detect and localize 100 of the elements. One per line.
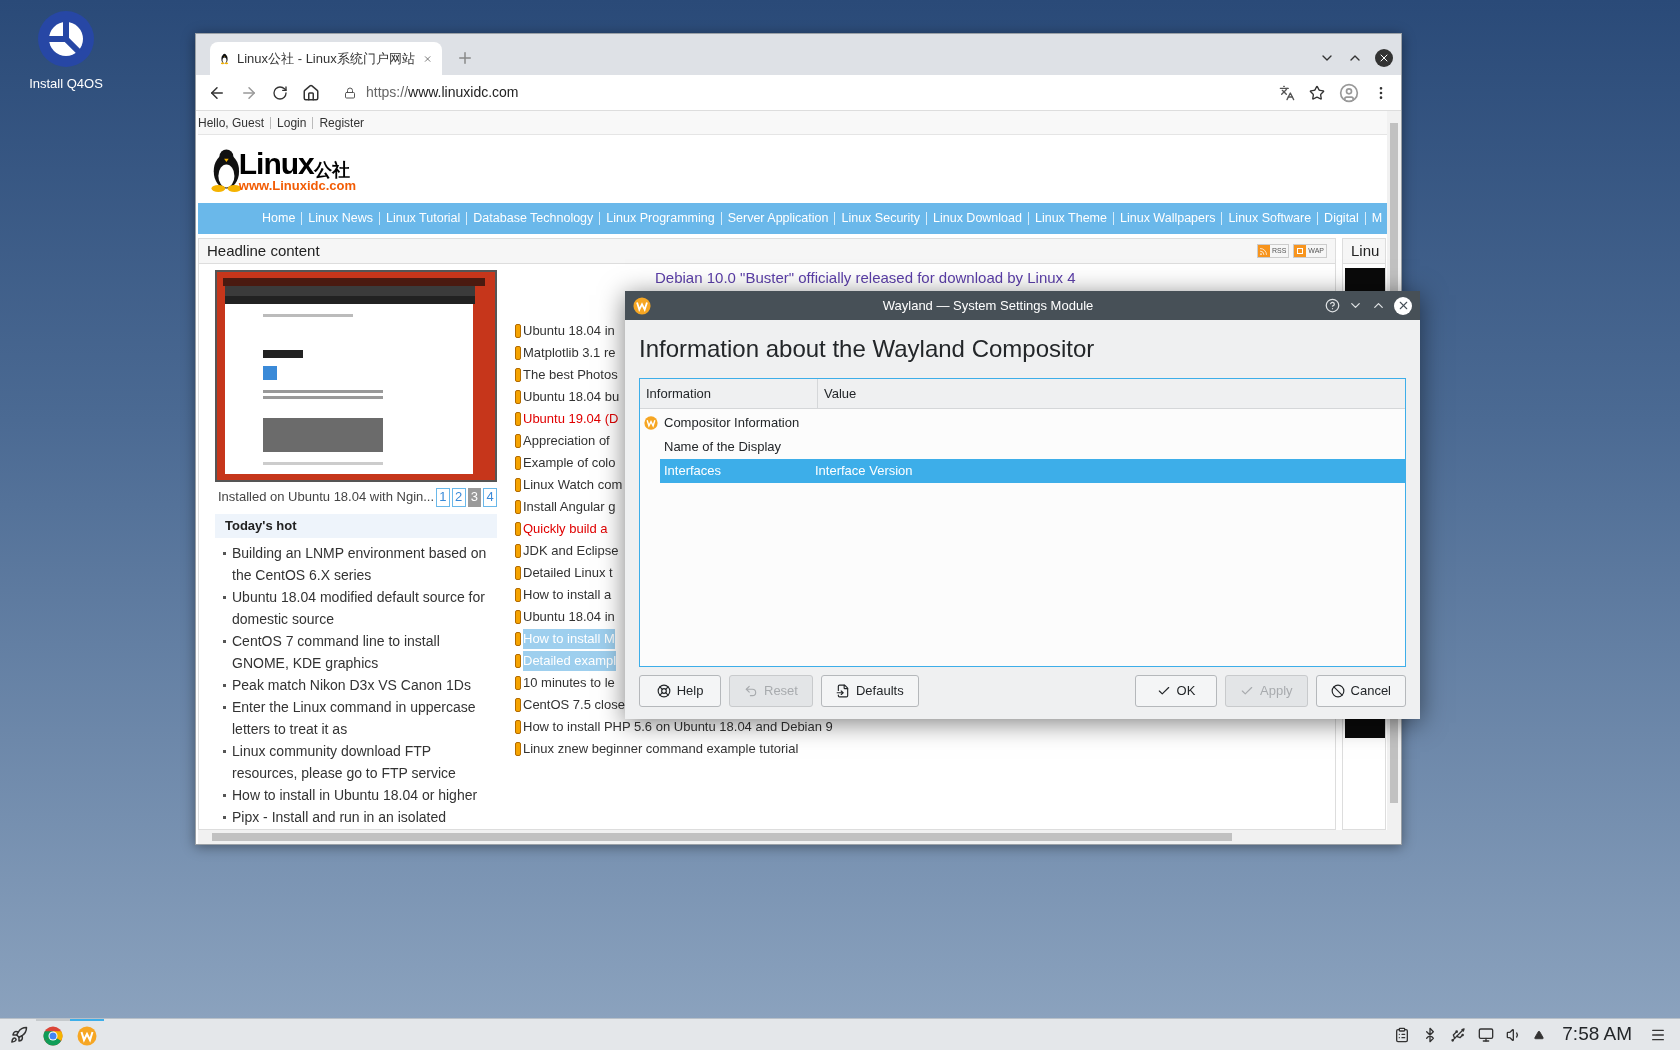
reload-icon[interactable] — [272, 84, 288, 101]
star-icon[interactable] — [1309, 84, 1325, 101]
article-link[interactable]: Detailed Linux t — [523, 563, 613, 583]
document-icon — [835, 684, 850, 698]
app-icon — [633, 296, 651, 315]
tab-title: Linux公社 - Linux系统门户网站 — [237, 49, 415, 68]
close-icon[interactable] — [1394, 296, 1412, 315]
help-button[interactable]: Help — [639, 675, 721, 707]
slide-caption: Installed on Ubuntu 18.04 with Ngin... — [217, 488, 435, 507]
section-title: Headline content — [207, 240, 321, 261]
greeting-text: Hello, Guest — [198, 114, 266, 132]
bullet-icon — [223, 552, 226, 555]
article-link[interactable]: Appreciation of — [523, 431, 610, 451]
marker-icon — [515, 544, 521, 558]
article-link[interactable]: Ubuntu 18.04 bu — [523, 387, 620, 407]
undo-icon — [744, 684, 758, 698]
article-link[interactable]: Matplotlib 3.1 re — [523, 343, 616, 363]
article-link[interactable]: Linux Watch com — [523, 475, 623, 495]
hot-link[interactable]: Building an LNMP environment based on the CentOS 6.X series — [232, 542, 494, 586]
launcher-icon[interactable] — [10, 1025, 28, 1044]
clipboard-icon[interactable] — [1394, 1026, 1411, 1043]
url-text: https://www.linuxidc.com — [366, 83, 519, 102]
hot-link[interactable]: Enter the Linux command in uppercase letters to treat it as — [232, 696, 494, 740]
featured-link[interactable]: Debian 10.0 "Buster" officially released for download by Linux 4 — [655, 268, 1076, 288]
article-link[interactable]: Example of colo — [523, 453, 616, 473]
article-link[interactable]: Linux znew beginner command example tutorial — [523, 739, 799, 759]
bullet-icon — [223, 640, 226, 643]
dialog-heading: Information about the Wayland Compositor — [639, 334, 1096, 364]
column-header[interactable]: Value — [818, 379, 1405, 408]
marker-icon — [515, 324, 521, 338]
user-link[interactable]: Register — [312, 116, 371, 129]
marker-icon — [515, 500, 521, 514]
hot-link[interactable]: Linux community download FTP resources, please go to FTP service — [232, 740, 494, 784]
marker-icon — [515, 610, 521, 624]
check-icon — [1156, 684, 1171, 698]
close-icon[interactable] — [1375, 49, 1393, 67]
expand-icon[interactable] — [1534, 1029, 1545, 1040]
article-link[interactable]: 10 minutes to le — [523, 673, 615, 693]
translate-icon[interactable] — [1279, 84, 1295, 101]
article-link[interactable]: The best Photos — [523, 365, 618, 385]
tree-row[interactable]: Compositor Information — [640, 411, 1405, 435]
w-icon — [77, 1025, 97, 1046]
marker-icon — [515, 566, 521, 580]
article-link[interactable]: How to install a — [523, 585, 612, 605]
hot-link[interactable]: How to install in Ubuntu 18.04 or higher — [232, 784, 494, 806]
defaults-button[interactable]: Defaults — [820, 675, 919, 707]
desktop-icon-label[interactable]: Install Q4OS — [29, 74, 103, 94]
home-icon[interactable] — [302, 83, 320, 102]
address-field[interactable]: https://www.linuxidc.com — [334, 78, 1265, 107]
marker-icon — [515, 588, 521, 602]
sidebar-title: Linu — [1351, 240, 1380, 261]
marker-icon — [515, 368, 521, 382]
marker-icon — [515, 412, 521, 426]
marker-icon — [515, 434, 521, 448]
marker-icon — [515, 742, 521, 756]
cancel-button[interactable]: Cancel — [1315, 675, 1406, 707]
page-link[interactable]: 2 — [451, 487, 466, 507]
user-link[interactable]: Login — [270, 116, 313, 129]
help-icon[interactable] — [1325, 298, 1340, 313]
bullet-icon — [223, 794, 226, 797]
installer-icon[interactable] — [37, 10, 95, 68]
bullet-icon — [223, 816, 226, 819]
marker-icon — [515, 720, 521, 734]
hot-title: Today's hot — [225, 517, 297, 536]
usb-icon[interactable] — [1450, 1026, 1467, 1043]
lock-icon — [344, 86, 356, 99]
marker-icon — [515, 478, 521, 492]
bullet-icon — [223, 750, 226, 753]
site-logo[interactable]: Linux公社 www.Linuxidc.com — [208, 142, 358, 192]
cancel-icon — [1330, 684, 1345, 698]
hot-link[interactable]: CentOS 7 command line to install GNOME, KDE graphics — [232, 630, 494, 674]
marker-icon — [515, 390, 521, 404]
article-link[interactable]: Ubuntu 19.04 (D — [523, 409, 619, 429]
marker-icon — [515, 346, 521, 360]
column-header[interactable]: Information — [640, 379, 818, 408]
bullet-icon — [223, 706, 226, 709]
browser-tab[interactable]: Linux公社 - Linux系统门户网站 — [210, 42, 442, 75]
article-link[interactable]: Ubuntu 18.04 in — [523, 607, 615, 627]
clock[interactable]: 7:58 AM — [1562, 1020, 1632, 1049]
marker-icon — [515, 676, 521, 690]
display-icon[interactable] — [1478, 1026, 1495, 1043]
hot-link[interactable]: Ubuntu 18.04 modified default source for domestic source — [232, 586, 494, 630]
article-link[interactable]: Quickly build a — [523, 519, 608, 539]
avatar-icon[interactable] — [1339, 82, 1359, 103]
hot-link[interactable]: Pipx - Install and run in an isolated — [232, 806, 494, 828]
article-link[interactable]: Ubuntu 18.04 in — [523, 321, 615, 341]
hot-link[interactable]: Peak match Nikon D3x VS Canon 1Ds — [232, 674, 494, 696]
marker-icon — [515, 456, 521, 470]
page-link[interactable]: 4 — [483, 487, 497, 507]
article-link[interactable]: How to install PHP 5.6 on Ubuntu 18.04 and Debian 9 — [523, 717, 833, 737]
page-link[interactable]: 1 — [436, 487, 450, 507]
bullet-icon — [223, 596, 226, 599]
ok-button[interactable]: OK — [1135, 675, 1217, 707]
lifebuoy-icon — [656, 684, 671, 698]
check-icon — [1240, 684, 1254, 698]
article-link[interactable]: Install Angular g — [523, 497, 616, 517]
tree-row[interactable]: Name of the Display — [660, 435, 1405, 459]
article-link[interactable]: JDK and Eclipse — [523, 541, 619, 561]
article-link[interactable]: CentOS 7.5 close — [523, 695, 625, 715]
horizontal-scrollbar[interactable] — [198, 830, 1387, 844]
